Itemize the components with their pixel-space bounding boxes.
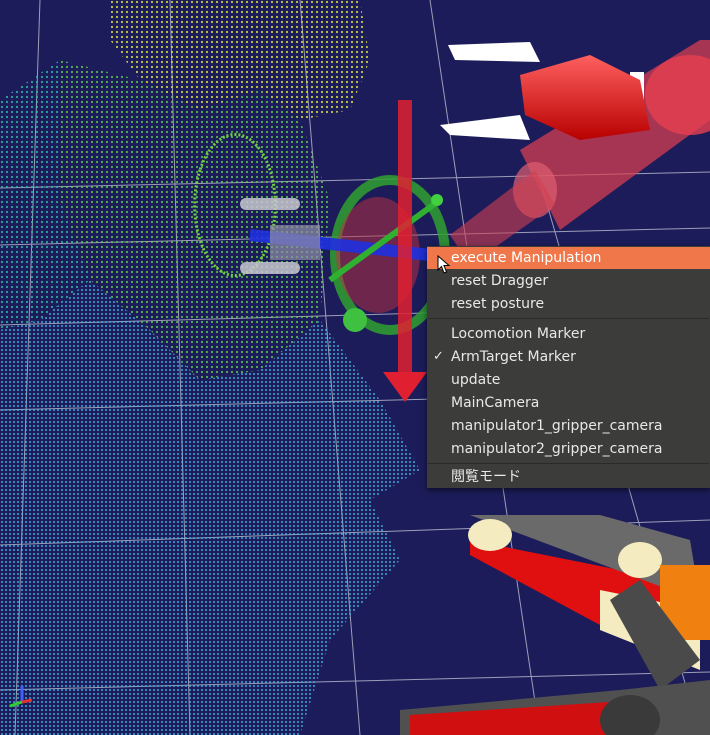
checkmark-icon: ✓	[433, 349, 444, 364]
menu-item-label: update	[451, 372, 501, 388]
menu-item-label: 閲覧モード	[451, 469, 521, 485]
menu-item-armtarget-marker[interactable]: ✓ ArmTarget Marker	[427, 346, 710, 368]
menu-item-label: MainCamera	[451, 395, 540, 411]
menu-separator	[428, 318, 709, 319]
menu-separator	[428, 463, 709, 464]
menu-item-label: reset posture	[451, 296, 545, 312]
menu-item-execute-manipulation[interactable]: execute Manipulation	[427, 247, 710, 269]
menu-item-label: manipulator2_gripper_camera	[451, 441, 663, 457]
menu-item-reset-posture[interactable]: reset posture	[427, 293, 710, 315]
menu-item-manipulator2-gripper-camera[interactable]: manipulator2_gripper_camera	[427, 438, 710, 460]
menu-item-maincamera[interactable]: MainCamera	[427, 392, 710, 414]
menu-item-label: Locomotion Marker	[451, 326, 586, 342]
menu-item-locomotion-marker[interactable]: Locomotion Marker	[427, 323, 710, 345]
menu-item-label: manipulator1_gripper_camera	[451, 418, 663, 434]
menu-item-reset-dragger[interactable]: reset Dragger	[427, 270, 710, 292]
menu-item-label: reset Dragger	[451, 273, 549, 289]
menu-item-update[interactable]: update	[427, 369, 710, 391]
menu-item-label: execute Manipulation	[451, 250, 602, 266]
context-menu: execute Manipulation reset Dragger reset…	[427, 246, 710, 488]
menu-item-browse-mode[interactable]: 閲覧モード	[427, 466, 710, 488]
menu-item-manipulator1-gripper-camera[interactable]: manipulator1_gripper_camera	[427, 415, 710, 437]
mouse-cursor-icon	[437, 255, 451, 274]
menu-item-label: ArmTarget Marker	[451, 349, 576, 365]
